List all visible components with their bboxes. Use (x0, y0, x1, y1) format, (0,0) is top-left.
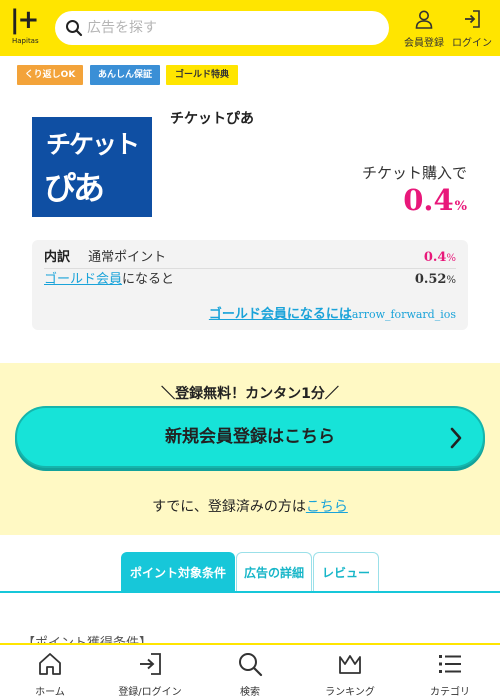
nav-search[interactable]: 検索 (200, 651, 300, 698)
logo-text: Hapitas (12, 37, 39, 45)
register-cta-label: 新規会員登録はこちら (165, 427, 335, 447)
normal-point-value: 0.4% (423, 250, 456, 265)
tag-guarantee: あんしん保証 (90, 65, 160, 85)
nav-home-label: ホーム (35, 687, 65, 698)
normal-point-label: 通常ポイント (88, 250, 167, 265)
nav-search-label: 検索 (240, 687, 260, 698)
already-registered: すでに、登録済みの方はこちら (0, 496, 500, 516)
search-icon (66, 20, 83, 37)
nav-register-login[interactable]: 登録/ログイン (100, 651, 200, 698)
shop-logo-line2: ぴあ (44, 169, 105, 207)
user-icon (415, 10, 433, 29)
how-to-become-gold-link[interactable]: ゴールド会員になるにはarrow_forward_ios (209, 303, 456, 322)
hapitas-logo[interactable]: |+ Hapitas (10, 5, 44, 45)
nav-home[interactable]: ホーム (0, 651, 100, 698)
tab-reviews[interactable]: レビュー (313, 552, 379, 592)
gold-point-value: 0.52% (414, 272, 456, 287)
register-section: ＼登録無料！カンタン1分／ 新規会員登録はこちら すでに、登録済みの方はこちら (0, 363, 500, 535)
arrow-forward-icon: arrow_forward_ios (351, 308, 456, 321)
register-catchphrase: ＼登録無料！カンタン1分／ (161, 386, 339, 402)
login-icon (140, 653, 161, 675)
tabs-underline (0, 591, 500, 593)
tag-repeat-ok: くり返しOK (17, 65, 83, 85)
shop-name: チケットぴあ (170, 111, 254, 127)
reward-rate-unit: % (454, 199, 467, 214)
breakdown-gold-row: ゴールド会員になると 0.52% (44, 269, 456, 291)
tag-gold-benefit: ゴールド特典 (166, 65, 238, 85)
search-icon (239, 653, 263, 677)
reward-rate: 0.4% (403, 183, 467, 217)
nav-category[interactable]: カテゴリ (400, 651, 500, 698)
breakdown-normal-row: 内訳 通常ポイント 0.4% (44, 247, 456, 269)
nav-register-login-label: 登録/ログイン (118, 687, 182, 698)
gold-member-link[interactable]: ゴールド会員 (44, 272, 122, 287)
crown-icon (339, 655, 361, 674)
register-header-button[interactable]: 会員登録 (404, 9, 444, 49)
already-registered-text: すでに、登録済みの方は (152, 499, 306, 515)
tab-ad-details[interactable]: 広告の詳細 (236, 552, 312, 592)
gold-suffix: になると (122, 272, 175, 287)
shop-logo: チケット ぴあ (32, 117, 152, 217)
nav-ranking-label: ランキング (325, 687, 375, 698)
nav-ranking[interactable]: ランキング (300, 651, 400, 698)
search-bar[interactable] (55, 11, 389, 45)
how-to-become-gold-text: ゴールド会員になるには (208, 307, 352, 322)
chevron-right-icon (450, 427, 462, 449)
bottom-navigation: ホーム 登録/ログイン 検索 ランキング カテゴリ (0, 643, 500, 700)
reward-rate-value: 0.4 (403, 183, 454, 217)
already-registered-link[interactable]: こちら (306, 499, 348, 515)
login-icon (465, 10, 480, 28)
register-cta-button[interactable]: 新規会員登録はこちら (15, 406, 485, 468)
home-icon (39, 653, 61, 675)
reward-condition: チケット購入で (361, 164, 467, 182)
shop-logo-line1: チケット (46, 130, 140, 159)
list-icon (439, 655, 461, 673)
search-input[interactable] (87, 11, 377, 45)
point-breakdown: 内訳 通常ポイント 0.4% ゴールド会員になると 0.52% ゴールド会員にな… (32, 240, 468, 330)
login-header-button[interactable]: ログイン (452, 9, 492, 49)
login-label: ログイン (452, 38, 492, 49)
logo-mark: |+ (10, 5, 39, 35)
tab-point-conditions[interactable]: ポイント対象条件 (121, 552, 235, 592)
breakdown-label: 内訳 (44, 250, 71, 265)
nav-category-label: カテゴリ (430, 687, 470, 698)
app-header: |+ Hapitas 会員登録 ログイン (0, 0, 500, 56)
register-label: 会員登録 (404, 38, 444, 49)
